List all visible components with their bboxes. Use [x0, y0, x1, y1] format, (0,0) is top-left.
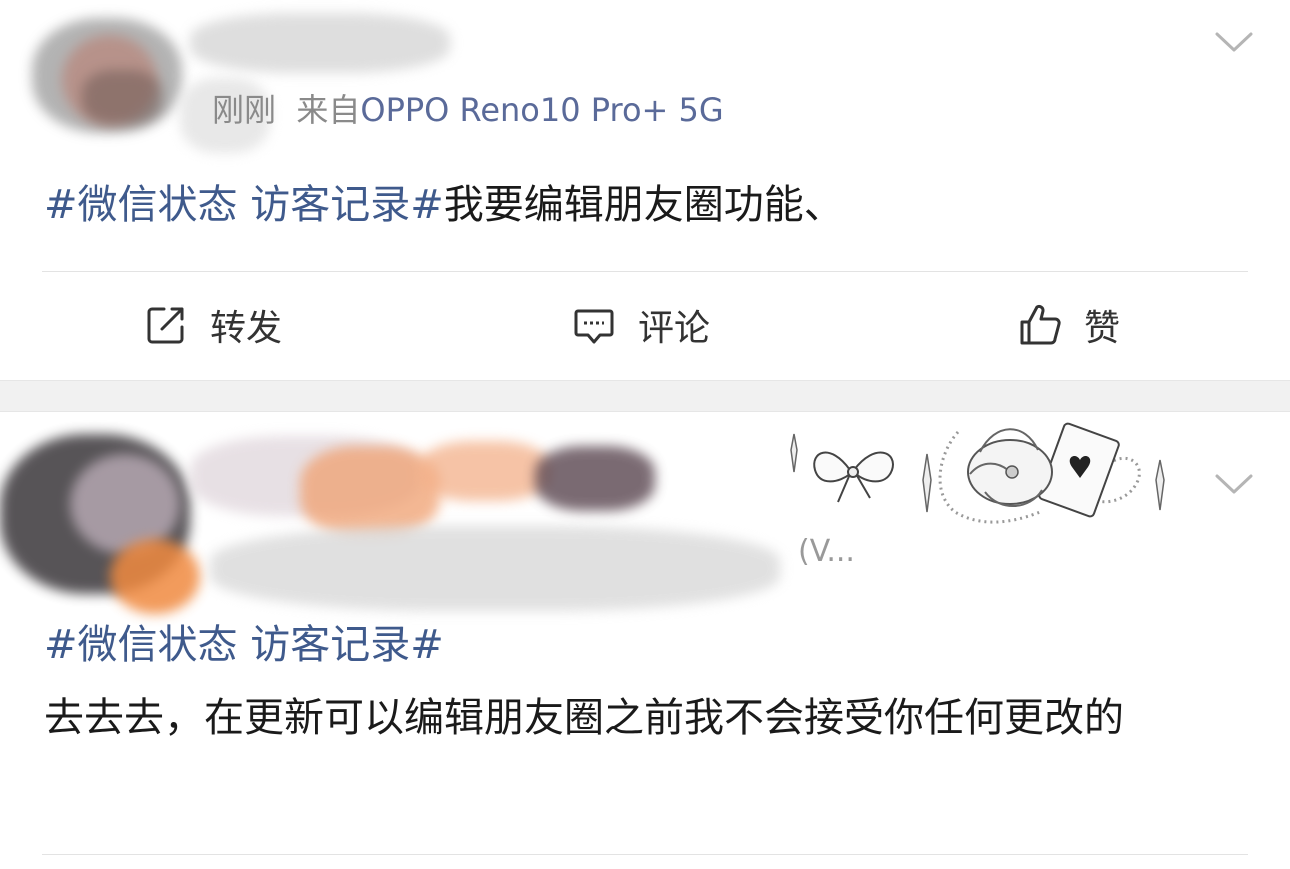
comment-button[interactable]: 评论	[572, 300, 710, 350]
username-redacted[interactable]	[180, 8, 460, 158]
comment-icon	[574, 309, 614, 344]
action-bar: 转发 评论 赞	[0, 272, 1290, 380]
post-topic-line: #微信状态 访客记录#	[44, 612, 1244, 678]
chevron-down-icon[interactable]	[1214, 468, 1253, 498]
post-text: 去去去，在更新可以编辑朋友圈之前我不会接受你任何更改的	[44, 695, 1124, 741]
post-content: #微信状态 访客记录#我要编辑朋友圈功能、	[44, 172, 1244, 238]
post-card: (V... #微信状态 访客记录# 去去去，在更新可以编辑朋友圈之前我不会接受你…	[0, 412, 1290, 869]
source-prefix: 来自	[296, 91, 361, 129]
divider	[42, 854, 1248, 855]
username-redacted[interactable]	[190, 426, 790, 616]
chevron-down-icon[interactable]	[1214, 26, 1253, 56]
decoration-badge[interactable]	[780, 412, 1180, 527]
topic-link[interactable]: #微信状态 访客记录#	[44, 182, 444, 228]
repost-icon	[147, 307, 184, 344]
avatar[interactable]	[0, 424, 210, 614]
feed-separator	[0, 380, 1290, 412]
topic-link[interactable]: #微信状态 访客记录#	[44, 622, 444, 668]
like-label: 赞	[1084, 308, 1121, 349]
like-button[interactable]: 赞	[1018, 300, 1120, 350]
post-card: 刚刚 来自OPPO Reno10 Pro+ 5G #微信状态 访客记录#我要编辑…	[0, 0, 1290, 380]
thumbs-up-icon	[1020, 304, 1061, 345]
post-meta: 刚刚 来自OPPO Reno10 Pro+ 5G	[212, 88, 724, 132]
repost-button[interactable]: 转发	[144, 300, 282, 350]
comment-label: 评论	[638, 308, 711, 349]
repost-label: 转发	[210, 308, 283, 349]
post-text: 我要编辑朋友圈功能、	[443, 182, 844, 228]
avatar[interactable]	[22, 10, 182, 135]
post-time: 刚刚	[212, 91, 277, 129]
post-meta-truncated: (V...	[798, 534, 855, 569]
device-name[interactable]: OPPO Reno10 Pro+ 5G	[360, 91, 723, 129]
bow-flower-card-icon	[790, 422, 1165, 524]
